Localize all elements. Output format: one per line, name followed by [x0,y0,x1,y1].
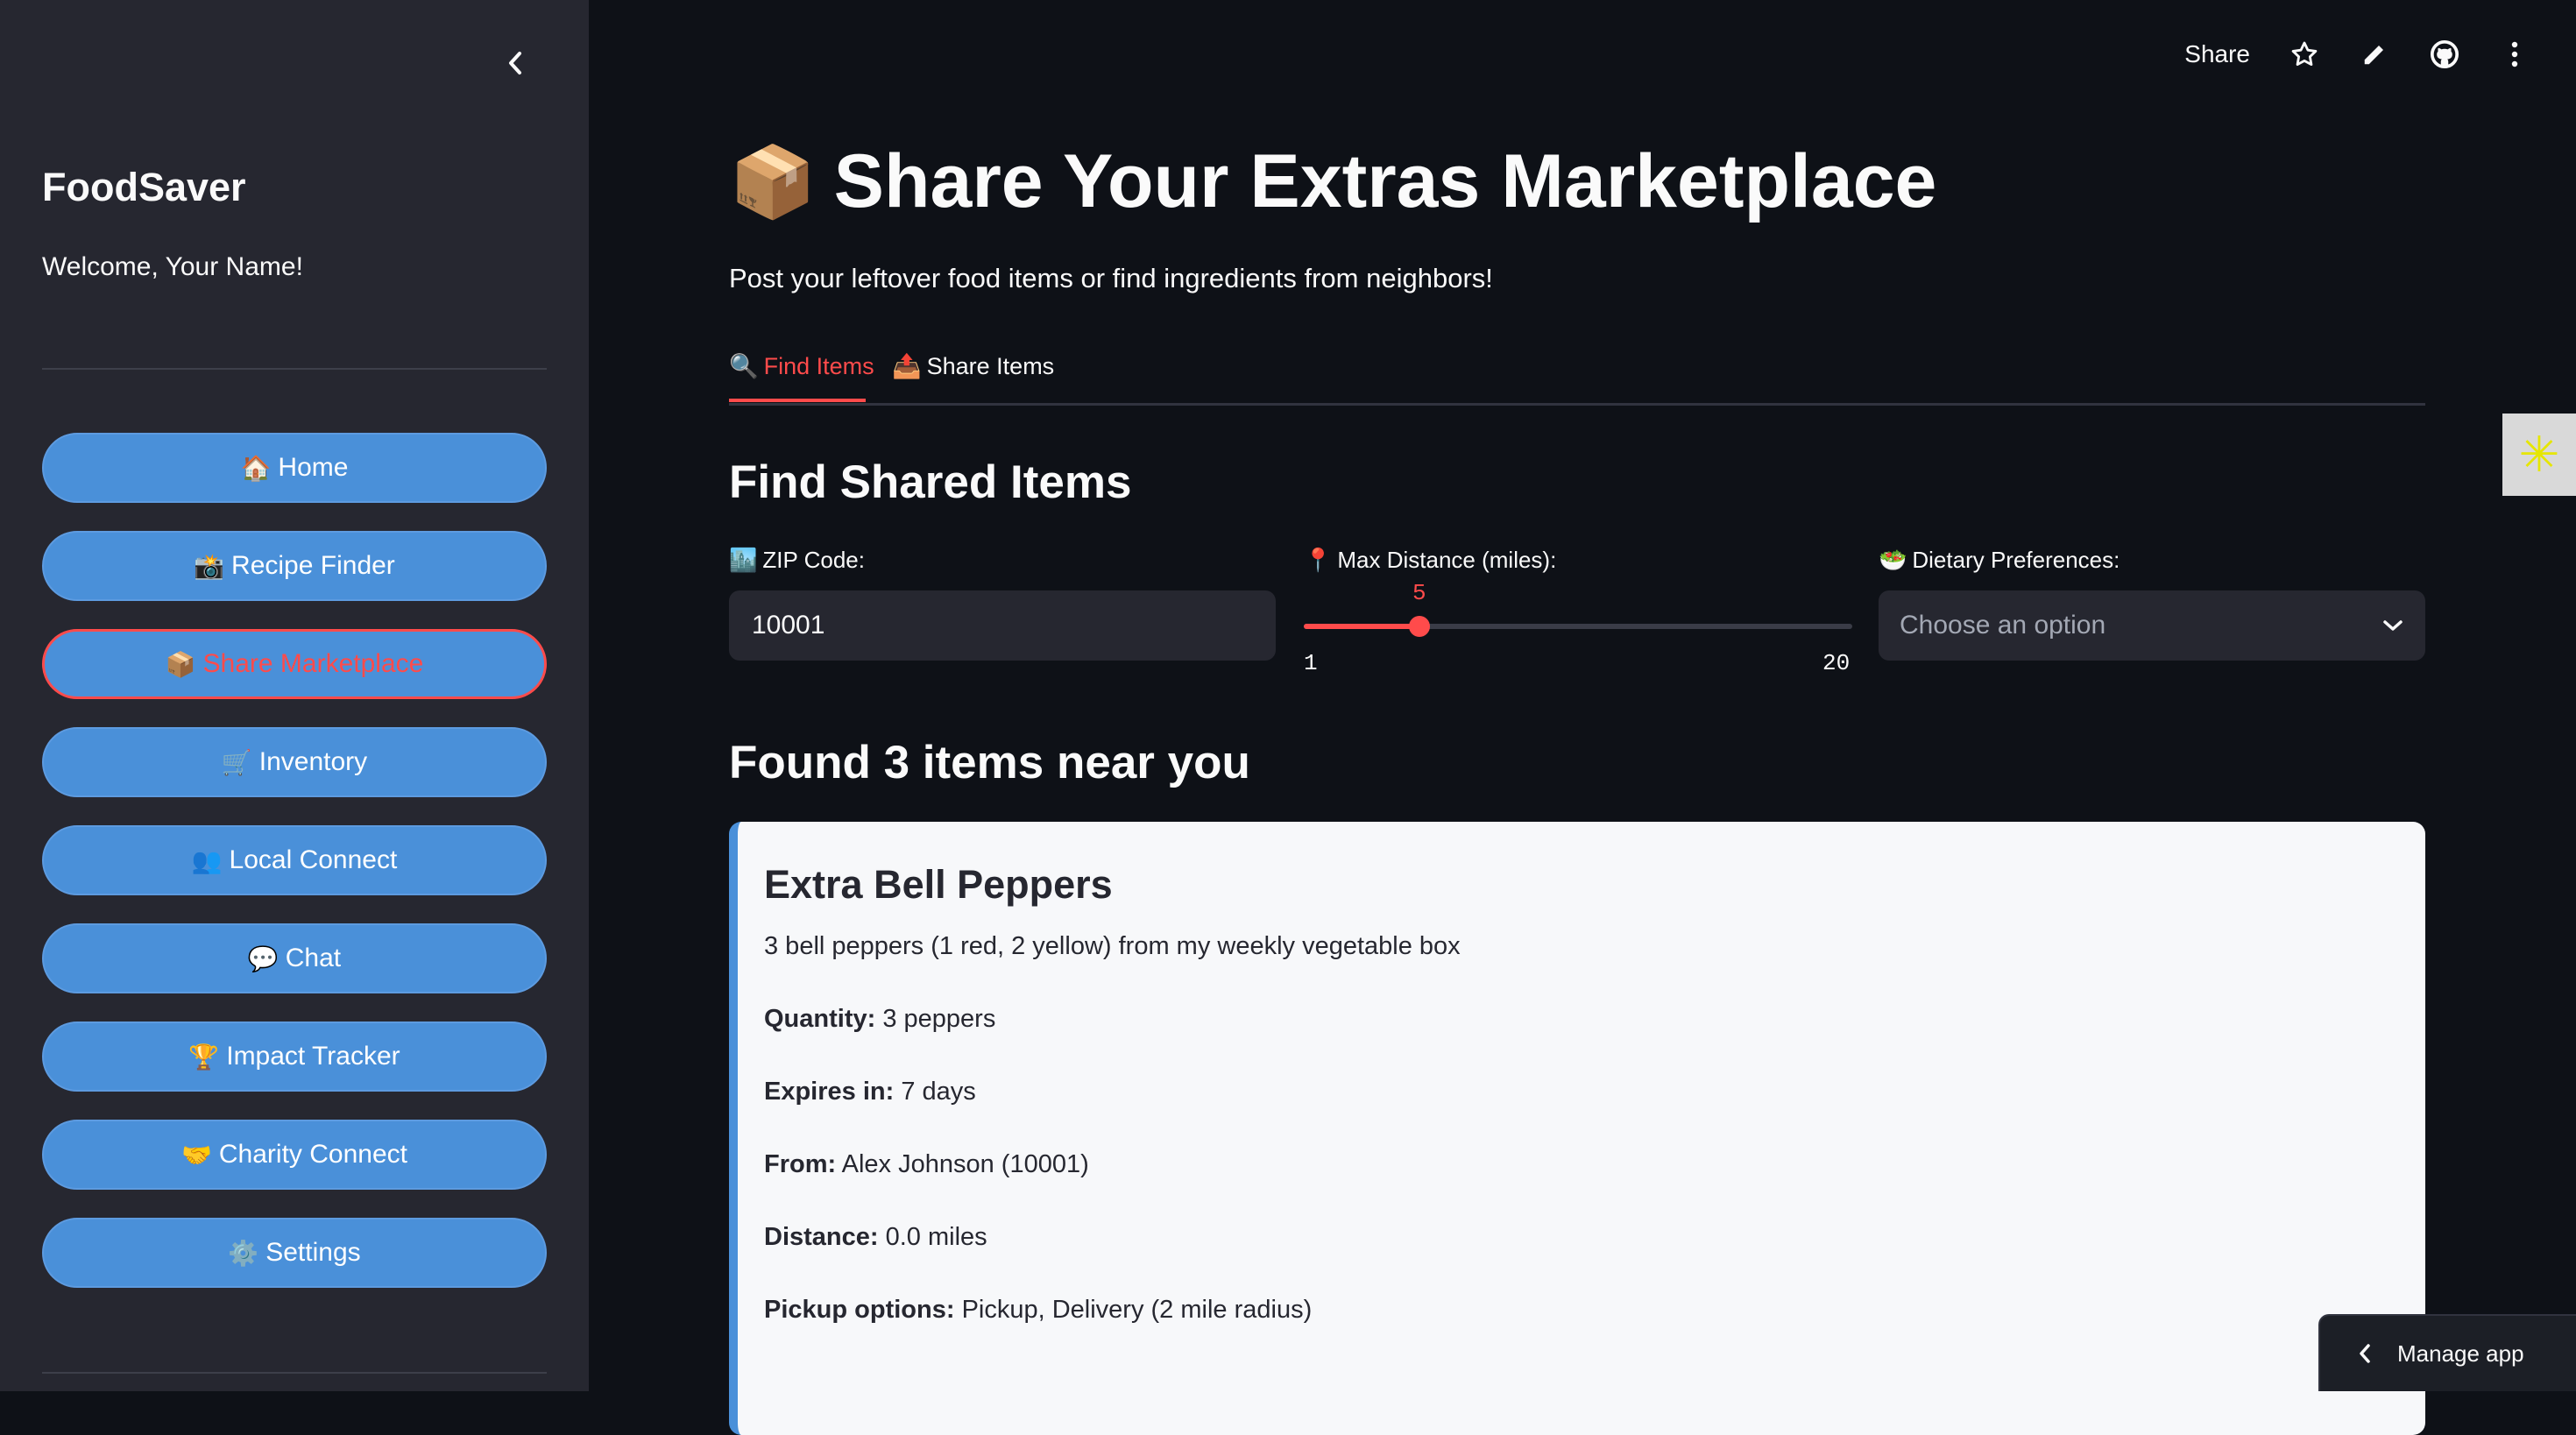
item-from: From: Alex Johnson (10001) [764,1150,2399,1179]
pin-icon: 📍 [1304,547,1333,573]
nav-label: Charity Connect [218,1140,407,1169]
tab-bar: 🔍 Find Items 📤 Share Items [729,347,2425,406]
asterisk-icon[interactable]: ✳ [2502,414,2576,496]
distance-label: 📍 Max Distance (miles): [1304,547,1556,574]
github-icon[interactable] [2429,39,2460,70]
slider-min-label: 1 [1304,650,1318,676]
slider-value: 5 [1412,580,1426,606]
diet-label: 🥗 Dietary Preferences: [1879,547,2120,574]
select-placeholder: Choose an option [1900,611,2106,640]
zip-code-input[interactable]: 10001 [729,590,1276,661]
field-label: Quantity: [764,1005,876,1033]
nav-label: Local Connect [229,845,398,874]
manage-app-button[interactable]: Manage app [2318,1314,2576,1391]
more-vertical-icon[interactable] [2499,39,2530,70]
camera-icon: 📸 [194,552,225,580]
nav-label: Chat [285,944,342,972]
magnifier-icon: 🔍 [729,353,759,379]
field-label: Expires in: [764,1078,895,1106]
item-description: 3 bell peppers (1 red, 2 yellow) from my… [764,932,1461,960]
field-value: 7 days [901,1078,976,1106]
field-label: From: [764,1150,837,1178]
field-value: 0.0 miles [885,1223,987,1251]
trophy-icon: 🏆 [188,1043,220,1071]
nav-local-connect-button[interactable]: 👥 Local Connect [42,825,547,895]
collapse-sidebar-button[interactable] [498,46,533,81]
pencil-icon[interactable] [2359,39,2390,70]
nav-chat-button[interactable]: 💬 Chat [42,923,547,993]
chevron-left-icon [509,52,521,74]
package-icon: 📦 [729,142,817,221]
field-value: Pickup, Delivery (2 mile radius) [961,1296,1313,1324]
field-label: Pickup options: [764,1296,955,1324]
distance-label-text: Max Distance (miles): [1337,547,1557,573]
item-title: Extra Bell Peppers [764,862,1113,907]
manage-app-label: Manage app [2397,1340,2524,1367]
tab-share-items[interactable]: 📤 Share Items [892,352,1054,380]
active-tab-indicator [729,399,866,402]
sidebar-divider [42,1372,547,1374]
home-icon: 🏠 [240,454,272,482]
outbox-icon: 📤 [892,353,922,379]
nav-settings-button[interactable]: ⚙️ Settings [42,1218,547,1288]
nav-label: Inventory [258,747,368,776]
page-title-text: Share Your Extras Marketplace [833,139,1937,223]
gear-icon: ⚙️ [228,1239,259,1267]
nav-label: Settings [265,1238,361,1267]
nav-label: Home [278,453,349,482]
top-toolbar: Share [2184,39,2530,70]
salad-icon: 🥗 [1879,547,1907,573]
page-subtitle: Post your leftover food items or find in… [729,263,1493,293]
slider-max-label: 20 [1822,650,1851,676]
people-icon: 👥 [191,846,223,874]
item-pickup: Pickup options: Pickup, Delivery (2 mile… [764,1296,2399,1325]
star-icon[interactable] [2289,39,2320,70]
field-value: Alex Johnson (10001) [841,1150,1089,1178]
app-name: FoodSaver [42,165,246,209]
item-distance: Distance: 0.0 miles [764,1223,2399,1252]
tab-find-items[interactable]: 🔍 Find Items [729,352,874,380]
package-icon: 📦 [165,650,196,678]
item-card: Extra Bell Peppers 3 bell peppers (1 red… [729,822,2425,1435]
field-label: Distance: [764,1223,879,1251]
sidebar-nav: 🏠 Home 📸 Recipe Finder 📦 Share Marketplace … [42,433,547,1316]
item-expires: Expires in: 7 days [764,1078,2399,1106]
welcome-text: Welcome, Your Name! [42,252,303,281]
field-value: 3 peppers [882,1005,996,1033]
chevron-down-icon [2383,620,2403,631]
nav-recipe-finder-button[interactable]: 📸 Recipe Finder [42,531,547,601]
tab-label: Share Items [926,352,1055,379]
sidebar: FoodSaver Welcome, Your Name! 🏠 Home 📸 Rec… [0,0,589,1391]
results-heading: Found 3 items near you [729,737,1250,788]
speech-bubble-icon: 💬 [247,944,279,972]
item-quantity: Quantity: 3 peppers [764,1005,2399,1034]
nav-inventory-button[interactable]: 🛒 Inventory [42,727,547,797]
nav-home-button[interactable]: 🏠 Home [42,433,547,503]
zip-label-text: ZIP Code: [762,547,865,573]
tab-label: Find Items [763,352,874,379]
cart-icon: 🛒 [221,748,252,776]
chevron-left-icon [2360,1344,2370,1363]
find-section-heading: Find Shared Items [729,456,1132,508]
sidebar-divider [42,368,547,370]
nav-label: Share Marketplace [202,649,424,678]
share-button[interactable]: Share [2184,40,2250,68]
nav-impact-tracker-button[interactable]: 🏆 Impact Tracker [42,1021,547,1092]
distance-slider[interactable]: 5 [1304,580,1852,637]
dietary-preferences-select[interactable]: Choose an option [1879,590,2425,661]
nav-charity-connect-button[interactable]: 🤝 Charity Connect [42,1120,547,1190]
nav-label: Impact Tracker [226,1042,400,1071]
handshake-icon: 🤝 [181,1141,212,1169]
slider-fill [1304,624,1419,629]
page-title: 📦 Share Your Extras Marketplace [729,138,1936,225]
slider-thumb[interactable] [1408,616,1430,637]
diet-label-text: Dietary Preferences: [1912,547,2120,573]
nav-label: Recipe Finder [231,551,395,580]
city-icon: 🏙️ [729,547,758,573]
nav-share-marketplace-button[interactable]: 📦 Share Marketplace [42,629,547,699]
zip-label: 🏙️ ZIP Code: [729,547,865,574]
